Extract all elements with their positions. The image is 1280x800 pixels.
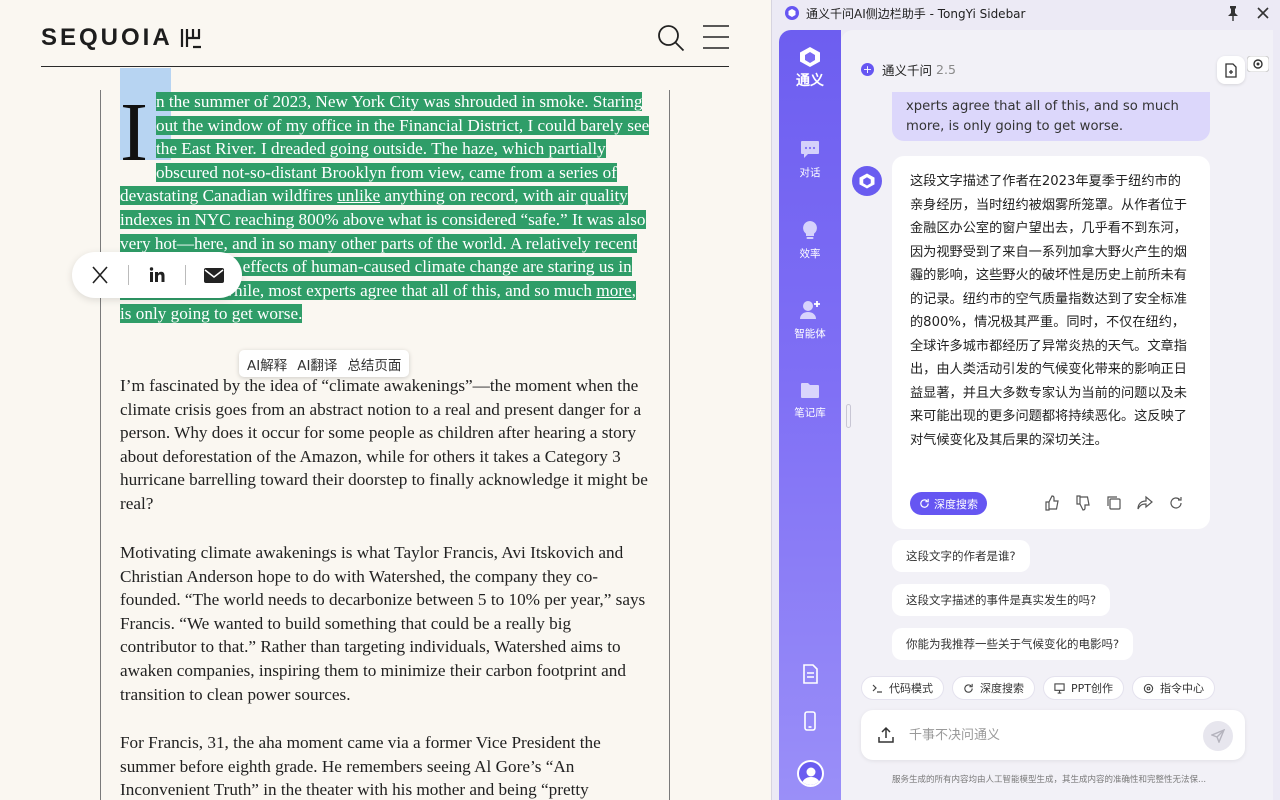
model-header[interactable]: + 通义千问 2.5 [861,60,956,79]
share-linkedin-button[interactable] [129,252,185,298]
article-page: SEQUOIA In the summer of 2023, New York … [0,0,771,800]
tongyi-assistant-icon [859,173,875,189]
upload-icon[interactable] [877,726,895,744]
lightbulb-icon [803,221,817,239]
share-bar [72,252,242,298]
deep-search-mode-button[interactable]: 深度搜索 [952,676,1035,700]
share-icon[interactable] [1137,495,1153,511]
article-paragraph-3[interactable]: Motivating climate awakenings is what Ta… [120,541,650,706]
model-name: 通义千问 [882,63,933,78]
logo-text: SEQUOIA [41,24,173,51]
dropcap: I [120,86,148,179]
new-document-button[interactable] [1217,56,1245,84]
new-document-icon [1225,62,1237,78]
link-more[interactable]: more [596,281,631,300]
chat-input[interactable] [909,722,1189,748]
deep-search-button[interactable]: 深度搜索 [910,492,987,515]
sidebar-title-bar: 通义千问AI侧边栏助手 - TongYi Sidebar [772,0,1280,26]
assistant-answer-text: 这段文字描述了作者在2023年夏季于纽约市的亲身经历，当时纽约被烟雾所笼罩。从作… [910,174,1187,448]
share-email-button[interactable] [186,252,242,298]
chat-input-box [861,710,1245,760]
code-mode-button[interactable]: 代码模式 [861,676,944,700]
command-center-button[interactable]: 指令中心 [1132,676,1215,700]
thumbs-down-icon[interactable] [1075,495,1091,511]
refresh-search-icon [920,498,929,508]
sidebar-item-chat[interactable]: 对话 [779,140,841,180]
suggestion-3[interactable]: 你能为我推荐一些关于气候变化的电影吗? [892,628,1134,660]
send-icon [1211,729,1225,743]
regenerate-icon[interactable] [1168,495,1184,511]
assistant-avatar [852,166,882,196]
tongyi-sidebar: 通义千问AI侧边栏助手 - TongYi Sidebar 通义 对话 效率 智能… [771,0,1280,800]
sidebar-item-notes[interactable]: 笔记库 [779,382,841,420]
terminal-icon [872,684,882,693]
x-logo-icon [92,266,108,284]
refresh-search-icon [964,683,973,693]
sidebar-item-efficiency[interactable]: 效率 [779,220,841,261]
tongyi-brand-icon [800,47,820,67]
suggestion-1[interactable]: 这段文字的作者是谁? [892,540,1030,572]
brand-label: 通义 [796,73,824,89]
link-unlike[interactable]: unlike [337,186,380,205]
suggestion-2[interactable]: 这段文字描述的事件是真实发生的吗? [892,584,1111,616]
user-message-bubble: xperts agree that all of this, and so mu… [892,92,1210,141]
chat-icon [801,141,819,158]
pin-icon[interactable] [1226,5,1240,21]
mode-row: 代码模式 深度搜索 PPT创作 指令中心 [861,676,1215,700]
command-icon [1143,683,1154,693]
article-paragraph-2[interactable]: I’m fascinated by the idea of “climate a… [120,374,650,516]
sequoia-mark-icon [180,29,201,49]
agent-icon [800,301,820,319]
frame-line-right [669,90,670,800]
assistant-answer-card: 这段文字描述了作者在2023年夏季于纽约市的亲身经历，当时纽约被烟雾所笼罩。从作… [892,156,1210,529]
search-icon[interactable] [656,23,686,53]
disclaimer-text: 服务生成的所有内容均由人工智能模型生成，其生成内容的准确性和完整性无法保... [892,775,1207,785]
frame-line-left [100,90,101,800]
ppt-create-button[interactable]: PPT创作 [1043,676,1124,700]
user-icon [801,767,820,785]
answer-actions [1044,495,1184,511]
thumbs-up-icon[interactable] [1044,495,1060,511]
sidebar-collapse-handle[interactable] [846,404,851,428]
article-paragraph-4[interactable]: For Francis, 31, the aha moment came via… [120,731,650,800]
header-divider [41,66,729,67]
presentation-icon [1054,682,1065,694]
plus-icon: + [861,63,874,76]
window-title: 通义千问AI侧边栏助手 - TongYi Sidebar [806,6,1026,21]
ai-selection-popup: AI解释 AI翻译 总结页面 [239,350,410,377]
hamburger-menu-icon[interactable] [702,24,730,50]
settings-gear-icon[interactable] [1247,56,1269,72]
sequoia-logo[interactable]: SEQUOIA [41,24,203,51]
document-icon[interactable] [800,664,820,684]
sidebar-item-agent[interactable]: 智能体 [779,300,841,341]
linkedin-icon [149,267,165,282]
sidebar-nav-rail: 通义 对话 效率 智能体 笔记库 [779,30,841,800]
envelope-icon [204,267,224,283]
share-x-button[interactable] [72,252,128,298]
summarize-page-button[interactable]: 总结页面 [347,354,401,374]
send-button[interactable] [1203,721,1233,751]
copy-icon[interactable] [1106,495,1122,511]
rail-brand[interactable]: 通义 [779,46,841,90]
user-avatar[interactable] [797,760,824,787]
tongyi-logo-icon [785,6,799,20]
folder-icon [801,383,819,398]
model-version: 2.5 [936,62,956,77]
ai-translate-button[interactable]: AI翻译 [297,354,337,374]
ai-explain-button[interactable]: AI解释 [247,354,287,374]
mobile-icon[interactable] [800,711,820,731]
close-icon[interactable] [1256,6,1270,20]
